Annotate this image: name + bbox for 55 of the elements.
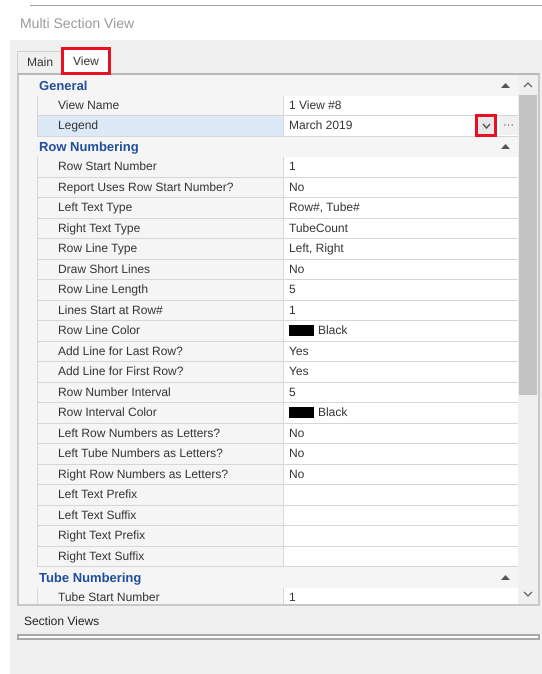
collapse-icon[interactable]: [501, 144, 510, 150]
property-name[interactable]: Row Start Number: [37, 157, 284, 176]
property-name[interactable]: Right Row Numbers as Letters?: [37, 464, 284, 484]
property-name[interactable]: Row Line Type: [37, 239, 284, 258]
property-value[interactable]: No: [289, 424, 304, 443]
tab[interactable]: View: [63, 49, 109, 73]
property-name[interactable]: Add Line for Last Row?: [37, 342, 284, 361]
scroll-up-icon[interactable]: [523, 82, 533, 88]
property-name[interactable]: Left Row Numbers as Letters?: [37, 424, 284, 443]
property-value[interactable]: Black: [318, 321, 348, 340]
property-name[interactable]: Tube Start Number: [37, 588, 284, 604]
property-name[interactable]: Right Text Suffix: [37, 546, 284, 566]
property-value[interactable]: No: [289, 464, 304, 484]
property-name[interactable]: Lines Start at Row#: [37, 300, 284, 320]
property-value[interactable]: 5: [289, 280, 296, 300]
chevron-down-icon: [482, 122, 490, 129]
property-value[interactable]: 1: [289, 588, 296, 604]
dropdown-button[interactable]: [477, 116, 495, 136]
window-title: Multi Section View: [19, 14, 136, 33]
property-value[interactable]: Yes: [289, 342, 309, 361]
property-name[interactable]: Left Tube Numbers as Letters?: [37, 444, 284, 464]
section-title: Row Numbering: [39, 138, 139, 156]
property-name[interactable]: Row Line Color: [37, 321, 284, 340]
property-value[interactable]: No: [289, 260, 304, 279]
property-name[interactable]: Left Text Prefix: [37, 485, 284, 504]
property-name[interactable]: Row Line Length: [37, 280, 284, 300]
section-title: General: [39, 76, 88, 94]
property-value[interactable]: March 2019: [289, 116, 352, 136]
property-name[interactable]: Draw Short Lines: [37, 260, 284, 279]
group-title: Section Views: [23, 613, 100, 630]
property-value[interactable]: 1: [289, 300, 296, 320]
property-value[interactable]: 5: [289, 382, 296, 402]
collapse-icon[interactable]: [501, 574, 510, 580]
vertical-scrollbar[interactable]: [518, 75, 538, 604]
ellipsis-button[interactable]: ···: [499, 116, 518, 136]
property-name[interactable]: Add Line for First Row?: [37, 362, 284, 382]
section-title: Tube Numbering: [39, 568, 142, 587]
property-value[interactable]: 1: [289, 157, 296, 176]
property-name[interactable]: Right Text Type: [37, 218, 284, 238]
property-name[interactable]: Row Interval Color: [37, 403, 284, 422]
property-value[interactable]: Black: [318, 403, 348, 422]
property-name[interactable]: Right Text Prefix: [37, 526, 284, 546]
property-value[interactable]: No: [289, 178, 304, 197]
property-value[interactable]: Yes: [289, 362, 309, 382]
property-name[interactable]: Legend: [37, 116, 284, 136]
property-name[interactable]: View Name: [37, 96, 284, 115]
property-name[interactable]: Report Uses Row Start Number?: [37, 178, 284, 197]
scrollbar-thumb[interactable]: [519, 95, 537, 395]
property-value[interactable]: No: [289, 444, 304, 464]
scroll-down-icon[interactable]: [523, 591, 533, 597]
property-name[interactable]: Left Text Type: [37, 198, 284, 218]
property-name[interactable]: Row Number Interval: [37, 382, 284, 402]
collapse-icon[interactable]: [501, 82, 510, 88]
property-name[interactable]: Left Text Suffix: [37, 506, 284, 525]
tab[interactable]: Main: [17, 51, 64, 73]
